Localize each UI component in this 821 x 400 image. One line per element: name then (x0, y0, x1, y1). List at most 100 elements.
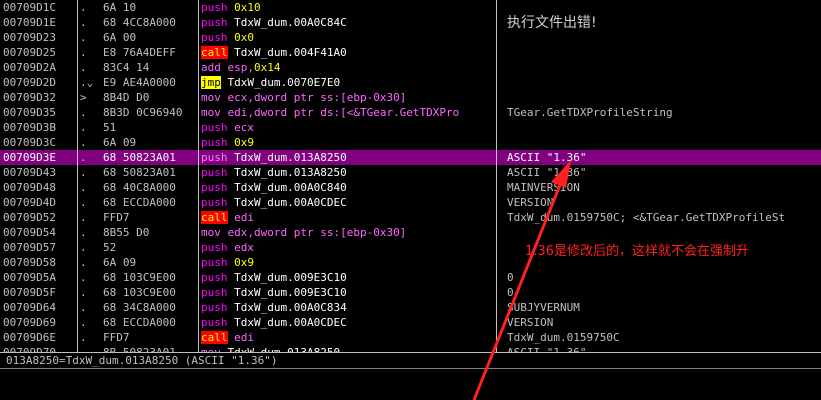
row-disassembly: push TdxW_dum.00A0C840 (201, 180, 495, 195)
row-operand: TdxW_dum.009E3C10 (234, 271, 347, 284)
row-address: 00709D1E (3, 16, 56, 29)
row-mnemonic: call (201, 331, 228, 344)
disasm-row-selected[interactable]: 00709D3E. 68 50823A01 push TdxW_dum.013A82… (0, 150, 821, 165)
disasm-row[interactable]: 00709D70. 8B 50823A01 mov TdxW_dum.013A825… (0, 345, 821, 352)
disasm-row[interactable]: 00709D3C. 6A 09 push 0x9 (0, 135, 821, 150)
row-disassembly: mov edx,dword ptr ss:[ebp-0x30] (201, 225, 495, 240)
row-address: 00709D3C (3, 136, 56, 149)
lower-pane[interactable] (0, 368, 821, 400)
row-disassembly: push TdxW_dum.013A8250 (201, 150, 495, 165)
row-disassembly: push 0x0 (201, 30, 495, 45)
disasm-row[interactable]: 00709D69. 68 ECCDA000 push TdxW_dum.00A0CD… (0, 315, 821, 330)
row-disassembly: call edi (201, 210, 495, 225)
row-hex-bytes: E8 76A4DEFF (103, 46, 176, 59)
row-address: 00709D5F (3, 286, 56, 299)
row-address: 00709D58 (3, 256, 56, 269)
row-jump-mark: . (80, 211, 87, 224)
row-comment: MAINVERSION (507, 181, 580, 194)
row-disassembly: push ecx (201, 120, 495, 135)
disasm-row[interactable]: 00709D23. 6A 00 push 0x0 (0, 30, 821, 45)
row-mnemonic: push (201, 316, 228, 329)
row-operand: edi (234, 331, 254, 344)
disasm-row[interactable]: 00709D2A. 83C4 14 add esp,0x14 (0, 60, 821, 75)
row-mnemonic: mov (201, 226, 221, 239)
disasm-row[interactable]: 00709D1E. 68 4CC8A000 push TdxW_dum.00A0C8… (0, 15, 821, 30)
row-disassembly: call TdxW_dum.004F41A0 (201, 45, 495, 60)
row-hex-bytes: 6A 00 (103, 31, 137, 44)
disasm-row[interactable]: 00709D5A. 68 103C9E00 push TdxW_dum.009E3C… (0, 270, 821, 285)
column-divider-address[interactable] (77, 0, 78, 352)
disasm-row[interactable]: 00709D48. 68 40C8A000 push TdxW_dum.00A0C8… (0, 180, 821, 195)
row-jump-mark: . (80, 241, 87, 254)
row-address: 00709D64 (3, 301, 56, 314)
row-comment (507, 60, 821, 75)
row-comment: ASCII "1.36" (507, 166, 587, 179)
row-address: 00709D6E (3, 331, 56, 344)
row-operand: TdxW_dum.009E3C10 (234, 286, 347, 299)
row-mnemonic: push (201, 151, 228, 164)
disasm-row[interactable]: 00709D54. 8B55 D0 mov edx,dword ptr ss:[eb… (0, 225, 821, 240)
disasm-row[interactable]: 00709D25. E8 76A4DEFF call TdxW_dum.004F41… (0, 45, 821, 60)
row-mnemonic: push (201, 121, 228, 134)
disasm-row[interactable]: 00709D4D. 68 ECCDA000 push TdxW_dum.00A0CD… (0, 195, 821, 210)
annotation-error-text: 执行文件出错! (507, 15, 597, 31)
row-address: 00709D2D (3, 76, 56, 89)
disasm-row[interactable]: 00709D35. 8B3D 0C96940 mov edi,dword ptr d… (0, 105, 821, 120)
row-hex-bytes: 68 34C8A000 (103, 301, 176, 314)
row-hex-bytes: 68 ECCDA000 (103, 196, 176, 209)
row-disassembly: jmp TdxW_dum.0070E7E0 (201, 75, 495, 90)
row-operand: 0x10 (234, 1, 261, 14)
disasm-row[interactable]: 00709D64. 68 34C8A000 push TdxW_dum.00A0C8… (0, 300, 821, 315)
disasm-row[interactable]: 00709D6E. FFD7 call edi TdxW_dum.0159750C (0, 330, 821, 345)
row-hex-bytes: 68 103C9E00 (103, 271, 176, 284)
row-jump-mark: .⌄ (80, 76, 92, 89)
row-jump-mark: . (80, 286, 87, 299)
row-jump-mark: . (80, 181, 87, 194)
row-disassembly: mov ecx,dword ptr ss:[ebp-0x30] (201, 90, 495, 105)
row-mnemonic: push (201, 31, 228, 44)
disassembly-pane[interactable]: 00709D1C. 6A 10 push 0x10 00709D1E. 68 4CC8A… (0, 0, 821, 352)
row-address: 00709D2A (3, 61, 56, 74)
row-jump-mark: . (80, 196, 87, 209)
row-hex-bytes: 68 50823A01 (103, 166, 176, 179)
row-mnemonic: push (201, 241, 228, 254)
disasm-row[interactable]: 00709D5F. 68 103C9E00 push TdxW_dum.009E3C… (0, 285, 821, 300)
row-comment: TdxW_dum.0159750C; <&TGear.GetTDXProfile… (507, 211, 786, 224)
row-disassembly: push 0x10 (201, 0, 495, 15)
row-jump-mark: . (80, 166, 87, 179)
row-operand: TdxW_dum.004F41A0 (234, 46, 347, 59)
row-mnemonic: push (201, 286, 228, 299)
row-jump-mark: . (80, 1, 87, 14)
row-operand: edi (234, 211, 254, 224)
column-divider-hex[interactable] (198, 0, 199, 352)
row-operand: TdxW_dum.00A0CDEC (234, 316, 347, 329)
disasm-row[interactable]: 00709D2D .⌄ E9 AE4A0000 jmp TdxW_dum.0070E7… (0, 75, 821, 90)
row-operand: 0x14 (254, 61, 281, 74)
annotation-note-text: 1.36是修改后的，这样就不会在强制升 (525, 244, 749, 259)
disasm-row[interactable]: 00709D43. 68 50823A01 push TdxW_dum.013A82… (0, 165, 821, 180)
row-address: 00709D3B (3, 121, 56, 134)
row-mnemonic: add (201, 61, 221, 74)
row-jump-mark: . (80, 271, 87, 284)
disasm-row[interactable]: 00709D1C. 6A 10 push 0x10 (0, 0, 821, 15)
row-disassembly: push edx (201, 240, 495, 255)
disasm-row[interactable]: 00709D52. FFD7 call edi TdxW_dum.0159750C; … (0, 210, 821, 225)
column-divider-disasm[interactable] (496, 0, 497, 352)
row-jump-mark: . (80, 256, 87, 269)
row-jump-mark: . (80, 316, 87, 329)
disasm-row[interactable]: 00709D32 >8B4D D0 mov ecx,dword ptr ss:[eb… (0, 90, 821, 105)
row-address: 00709D69 (3, 316, 56, 329)
row-jump-mark: . (80, 16, 87, 29)
row-hex-bytes: 6A 09 (103, 136, 137, 149)
row-hex-bytes: 8B3D 0C96940 (103, 106, 183, 119)
row-disassembly: push 0x9 (201, 135, 495, 150)
row-hex-bytes: E9 AE4A0000 (103, 76, 176, 89)
row-disassembly: push TdxW_dum.009E3C10 (201, 285, 495, 300)
row-hex-bytes: 83C4 14 (103, 61, 150, 74)
disasm-row[interactable]: 00709D3B. 51 push ecx (0, 120, 821, 135)
row-comment (507, 120, 821, 135)
row-disassembly: push TdxW_dum.00A0C834 (201, 300, 495, 315)
row-disassembly: mov TdxW_dum.013A8250 (201, 345, 495, 352)
row-comment: TdxW_dum.0159750C (507, 331, 620, 344)
row-operand: edi,dword ptr ds:[<&TGear.GetTDXPro (227, 106, 460, 119)
